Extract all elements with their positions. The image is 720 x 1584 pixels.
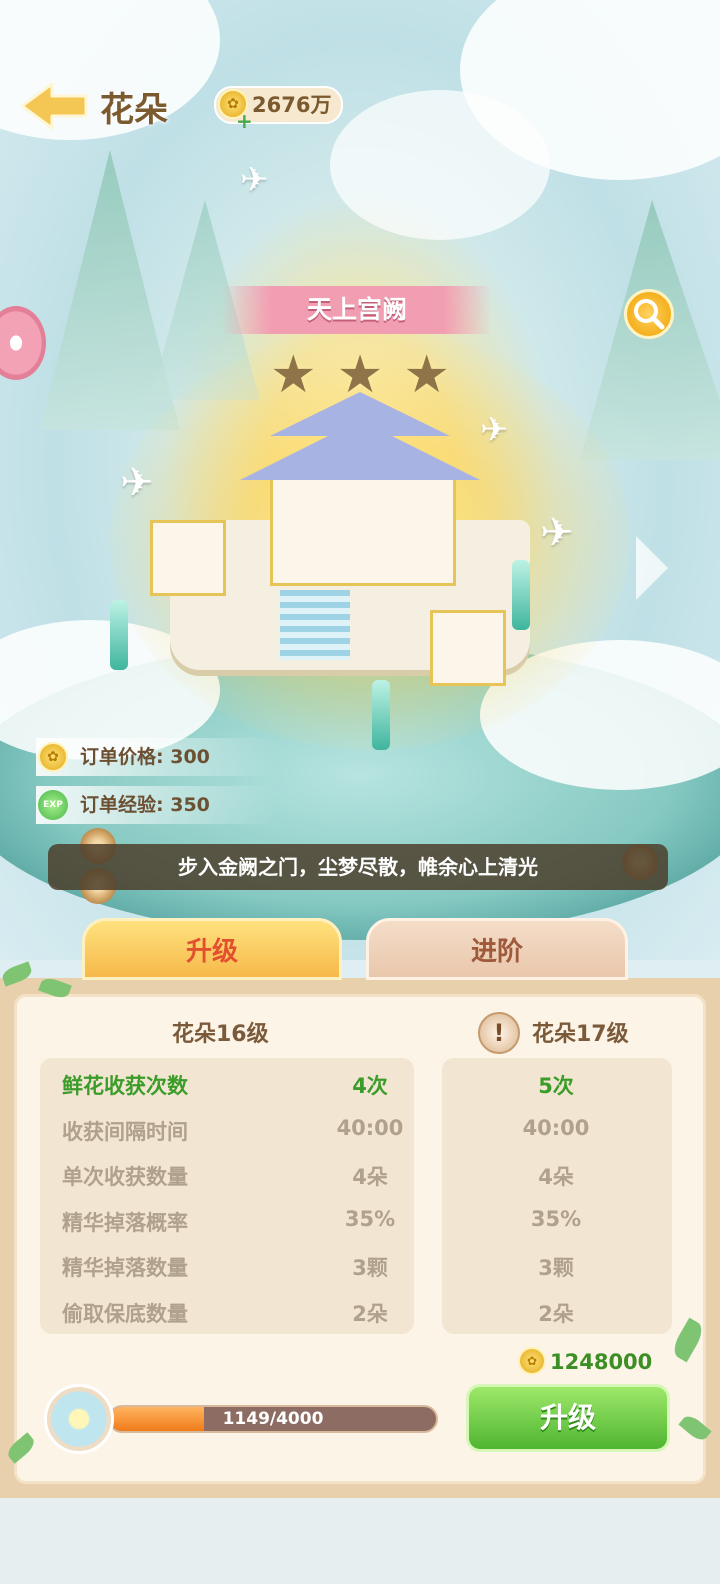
tab-advance[interactable]: 进阶 xyxy=(366,918,628,980)
exp-orb-icon: EXP xyxy=(38,790,68,820)
star-icon: ★ xyxy=(336,345,384,405)
page-title: 花朵 xyxy=(100,90,168,130)
stat-label: 鲜花收获次数 xyxy=(62,1074,188,1098)
stat-next-value: 40:00 xyxy=(522,1116,590,1140)
stat-label: 偷取保底数量 xyxy=(62,1302,188,1326)
star-icon: ★ xyxy=(403,345,450,405)
magnifier-icon[interactable] xyxy=(624,289,674,339)
stat-next-value: 35% xyxy=(530,1207,582,1231)
star-icon: ★ xyxy=(270,345,317,405)
next-level: 花朵17级 xyxy=(532,1022,629,1047)
stat-label: 精华掉落数量 xyxy=(62,1256,188,1280)
star-rating: ★ ★ ★ xyxy=(270,345,450,405)
crane-icon: ✈ xyxy=(540,510,574,556)
tab-upgrade[interactable]: 升级 xyxy=(82,918,342,980)
side-tower xyxy=(150,520,226,596)
stat-label: 收获间隔时间 xyxy=(62,1120,188,1144)
upgrade-cost: ✿ 1248000 xyxy=(518,1347,652,1377)
jade-pillar xyxy=(110,600,128,670)
building-name: 天上宫阙 xyxy=(222,286,492,334)
order-exp-value: 350 xyxy=(170,794,210,816)
essence-icon xyxy=(44,1384,114,1454)
stat-label: 精华掉落概率 xyxy=(62,1211,188,1235)
crane-icon: ✈ xyxy=(120,460,154,506)
palace-hall xyxy=(270,470,456,586)
exclamation-icon[interactable]: ! xyxy=(478,1012,520,1054)
stat-current-value: 3颗 xyxy=(352,1256,388,1280)
coin-amount: 2676万 xyxy=(252,93,332,117)
order-exp-label: 订单经验: xyxy=(80,794,164,816)
stat-current-value: 4朵 xyxy=(352,1165,388,1189)
magnifier-glyph xyxy=(634,299,665,330)
plus-icon[interactable]: + xyxy=(236,104,253,138)
stat-current-value: 2朵 xyxy=(352,1302,388,1326)
stat-current-value: 4次 xyxy=(352,1074,388,1098)
stat-next-value: 2朵 xyxy=(538,1302,574,1326)
cloud xyxy=(330,90,550,240)
side-tower xyxy=(430,610,506,686)
chevron-right-icon[interactable] xyxy=(636,536,668,600)
crane-icon: ✈ xyxy=(480,410,509,450)
current-level: 花朵16级 xyxy=(172,1022,269,1047)
stat-current-value: 40:00 xyxy=(336,1116,404,1140)
progress-text: 1149/4000 xyxy=(222,1409,324,1429)
back-arrow-icon[interactable] xyxy=(18,80,90,132)
order-price-value: 300 xyxy=(170,746,210,768)
stat-current-value: 35% xyxy=(344,1207,396,1231)
jade-pillar xyxy=(512,560,530,630)
stat-next-value: 5次 xyxy=(538,1074,574,1098)
order-price-label: 订单价格: xyxy=(80,746,164,768)
stat-label: 单次收获数量 xyxy=(62,1165,188,1189)
gold-coin-icon: ✿ xyxy=(38,742,68,772)
crane-icon: ✈ xyxy=(240,160,269,200)
palace-stairs xyxy=(280,590,350,660)
stat-next-value: 3颗 xyxy=(538,1256,574,1280)
building-slogan: 步入金阙之门，尘梦尽散，帷余心上清光 xyxy=(48,844,668,890)
coin-balance[interactable]: ✿ + 2676万 xyxy=(214,86,344,133)
order-exp: EXP 订单经验: 350 xyxy=(36,786,276,824)
gold-coin-icon: ✿ xyxy=(518,1347,546,1375)
upgrade-cost-value: 1248000 xyxy=(550,1350,653,1374)
stat-next-value: 4朵 xyxy=(538,1165,574,1189)
order-price: ✿ 订单价格: 300 xyxy=(36,738,276,776)
progress-bar: 1149/4000 xyxy=(108,1405,438,1433)
jade-pillar xyxy=(372,680,390,750)
upgrade-button[interactable]: 升级 xyxy=(466,1384,670,1452)
footer-area xyxy=(0,1498,720,1584)
